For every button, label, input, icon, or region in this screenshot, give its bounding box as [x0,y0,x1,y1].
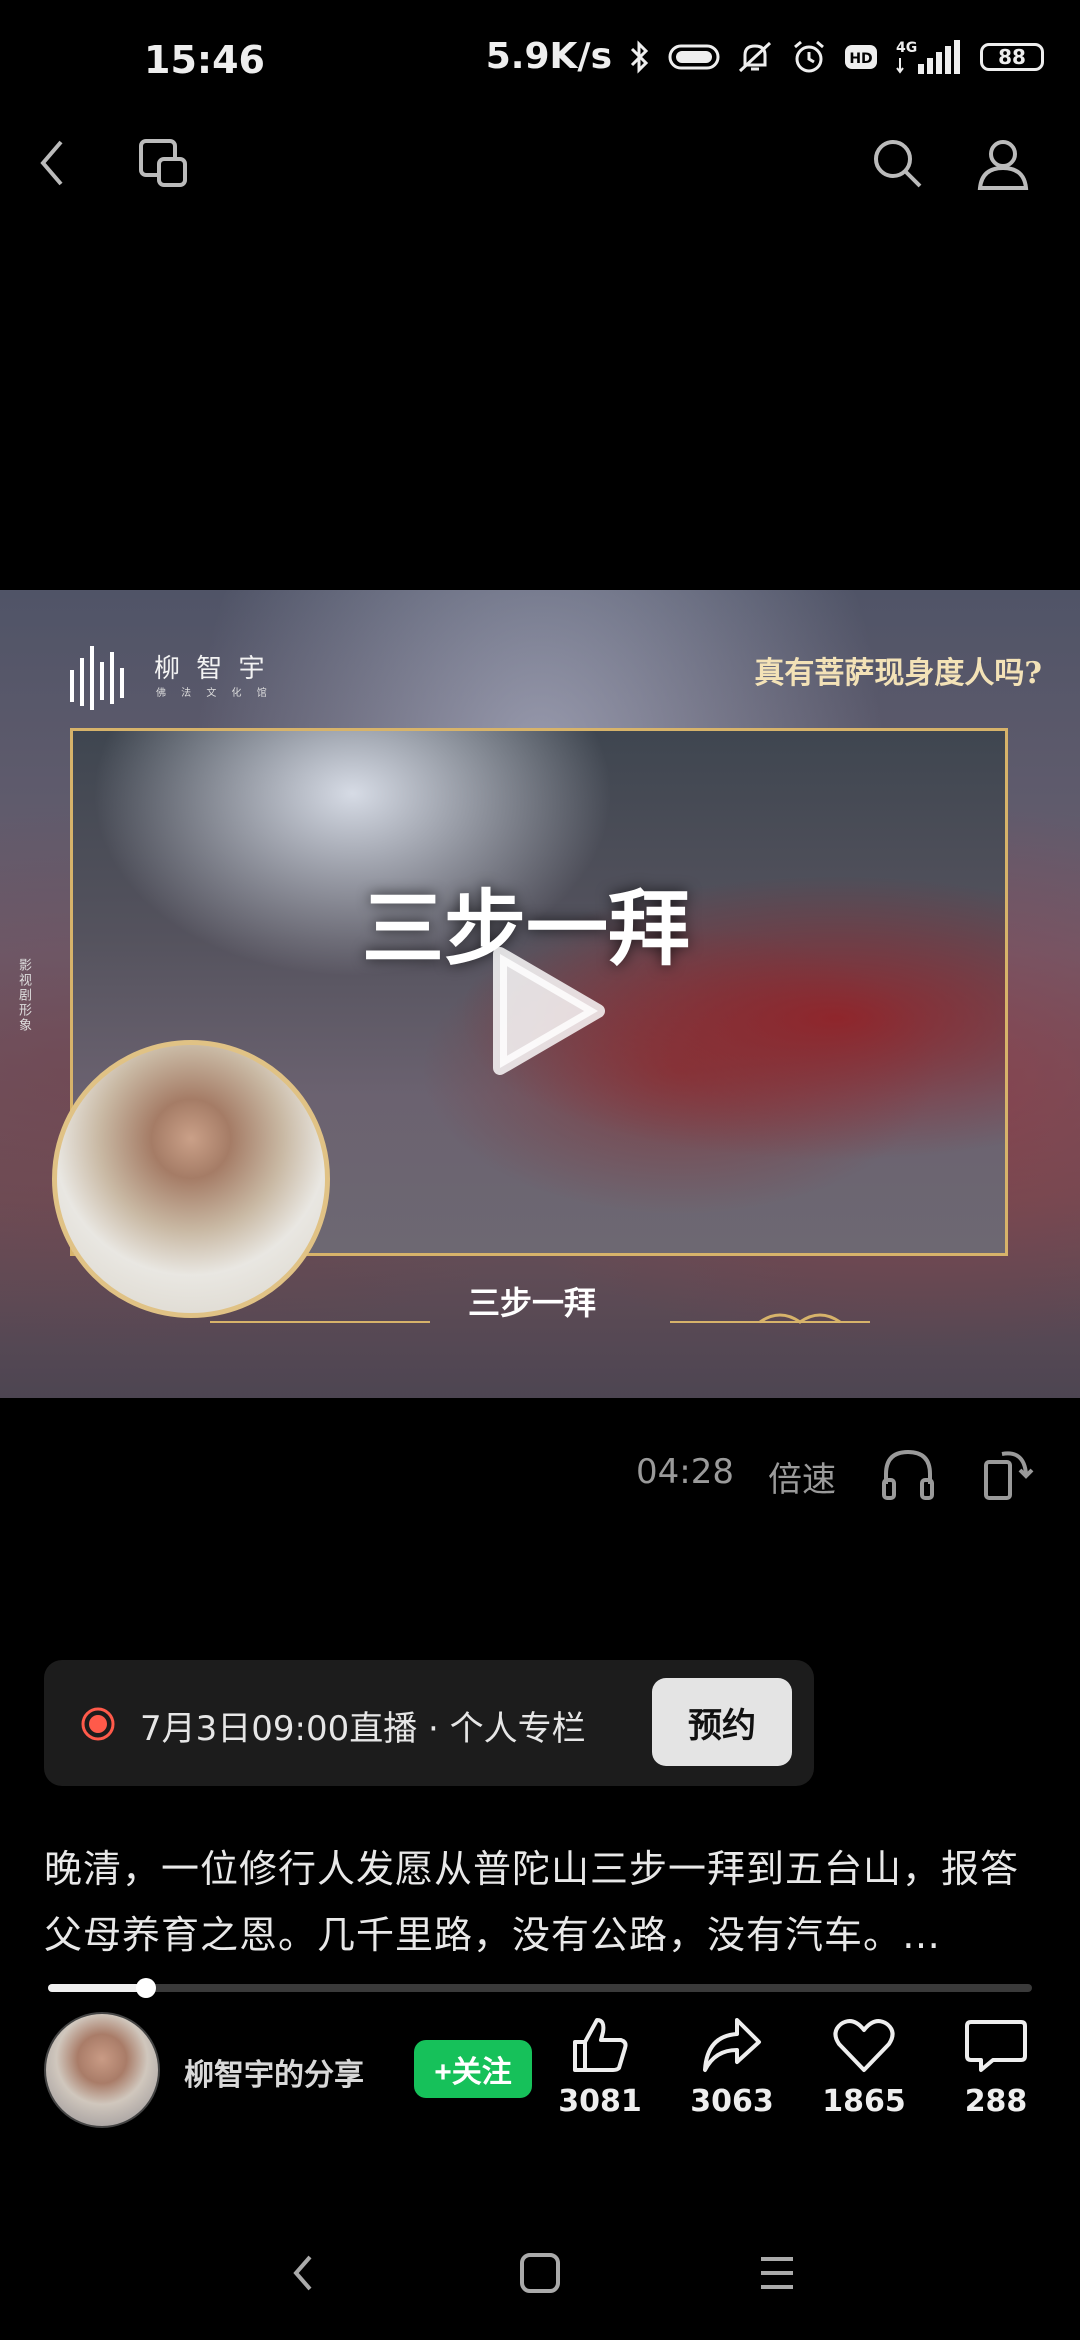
status-time: 15:46 [144,38,265,82]
mute-icon [736,39,774,75]
battery-indicator: 88 [980,42,1044,71]
hd-icon: HD [844,42,878,72]
headphones-icon[interactable] [878,1444,938,1508]
live-schedule-text: 7月3日09:00直播 · 个人专栏 [140,1709,586,1749]
toggle-icon [668,42,720,72]
reserve-button[interactable]: 预约 [652,1678,792,1766]
author-name[interactable]: 柳智宇的分享 [184,2050,364,2094]
comment-count: 288 [964,2084,1028,2119]
share-button[interactable]: 3063 [672,2012,792,2119]
description-line-1: 晚清，一位修行人发愿从普陀山三步一拜到五台山，报答 [44,1847,1020,1891]
video-question: 真有菩萨现身度人吗? [754,656,1042,691]
thumbs-up-icon [573,2018,628,2072]
progress-fill [48,1984,146,1992]
rotate-icon[interactable] [980,1444,1040,1508]
share-icon [703,2018,761,2072]
like-count: 3081 [558,2084,642,2119]
window-icon[interactable] [128,128,198,198]
speed-button[interactable]: 倍速 [768,1452,836,1501]
video-description[interactable]: 晚清，一位修行人发愿从普陀山三步一拜到五台山，报答 父母养育之恩。几千里路，没有… [44,1836,1044,1968]
logo-text: 柳 智 宇 [154,654,269,684]
logo-icon [70,646,124,710]
description-line-2: 父母养育之恩。几千里路，没有公路，没有汽车。… [44,1913,942,1957]
nav-back-icon[interactable] [268,2238,338,2308]
comment-icon [965,2020,1027,2072]
like-button[interactable]: 3081 [540,2012,660,2119]
progress-thumb[interactable] [136,1978,156,1998]
play-icon[interactable] [470,936,620,1086]
favorite-count: 1865 [822,2084,906,2119]
search-icon[interactable] [862,128,932,198]
live-record-icon [81,1707,115,1741]
signal-icon: 4G [894,38,964,76]
nav-home-icon[interactable] [505,2238,575,2308]
favorite-button[interactable]: 1865 [804,2012,924,2119]
network-label: 4G [896,40,917,56]
net-speed: 5.9K/s [485,36,612,77]
follow-button[interactable]: +关注 [414,2040,532,2098]
nav-menu-icon[interactable] [742,2238,812,2308]
heart-icon [833,2019,895,2072]
decorative-line [210,1313,870,1324]
svg-text:HD: HD [849,51,872,67]
author-avatar[interactable] [44,2012,160,2128]
profile-icon[interactable] [968,128,1038,198]
bluetooth-icon [628,39,652,75]
video-duration: 04:28 [636,1452,734,1492]
back-icon[interactable] [18,128,88,198]
progress-track[interactable] [48,1984,1032,1992]
comment-button[interactable]: 288 [936,2012,1056,2119]
logo-subtext: 佛 法 文 化 馆 [156,688,273,699]
video-side-text: 影视剧形象 [16,958,31,1033]
alarm-icon [790,39,828,75]
presenter-avatar [52,1040,330,1318]
status-bar-right: 5.9K/s HD 4G 88 [486,36,1044,77]
share-count: 3063 [690,2084,774,2119]
